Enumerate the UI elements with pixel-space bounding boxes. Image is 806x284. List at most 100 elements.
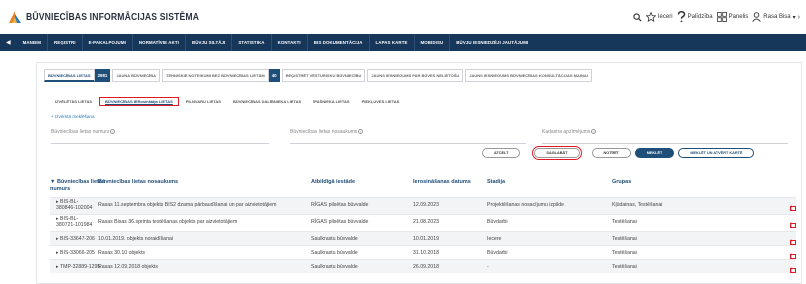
table-row[interactable]: ▸ TMP-32889-1295 Rasas 12.09.2018 objekt… bbox=[50, 259, 796, 274]
subtab-ipasnieka[interactable]: ĪPAŠNIEKA LIETAS bbox=[308, 98, 354, 105]
tab-buvniecibas-lietas[interactable]: BŪVNIECĪBAS LIETAS bbox=[44, 69, 95, 82]
col-name[interactable]: Būvniecības lietas nosaukums bbox=[98, 179, 178, 185]
clear-button[interactable]: NOTĪRĪT bbox=[591, 148, 631, 158]
case-date: 12.09.2023 bbox=[413, 202, 439, 208]
bis-logo-icon bbox=[9, 11, 21, 23]
case-number[interactable]: ▸ BIS-BL-380721-101984 bbox=[56, 216, 96, 228]
cadastral-input[interactable] bbox=[542, 143, 788, 144]
nav-item-e-pakalpojumi[interactable]: E-PAKALPOJUMI bbox=[83, 34, 133, 51]
user-name: Rasa Bisa bbox=[763, 14, 791, 20]
table-row[interactable]: ▸ BIS-33647-206 10.01.2019. objekts nora… bbox=[50, 231, 796, 246]
filter-buttons: ATCELT SAGLABĀT NOTĪRĪT MEKLĒT MEKLĒT UN… bbox=[482, 146, 755, 160]
case-number[interactable]: ▸ BIS-BL-380846-102004 bbox=[56, 199, 96, 211]
table-row[interactable]: ▸ BIS-BL-380721-101984 Rasas Bisas 36.sp… bbox=[50, 214, 796, 231]
mail-icon[interactable] bbox=[790, 254, 796, 259]
search-button[interactable]: MEKLĒT bbox=[634, 148, 675, 158]
info-icon: i bbox=[591, 129, 597, 135]
case-stage: Būvdarbi bbox=[487, 250, 508, 256]
case-group: Testēšanai bbox=[612, 250, 637, 256]
favorites-tool[interactable]: Ieceri bbox=[645, 12, 673, 22]
case-stage: Iecere bbox=[487, 236, 502, 242]
case-number-label: Būvniecības lietas numurs bbox=[51, 129, 110, 135]
table-row[interactable]: ▸ BIS-BL-380846-102004 Rasas 11.septembr… bbox=[50, 197, 796, 214]
app-title: BŪVNIECĪBAS INFORMĀCIJAS SISTĒMA bbox=[26, 11, 200, 23]
search-tool[interactable] bbox=[633, 12, 642, 22]
case-org: Saulkrastu būvvalde bbox=[311, 236, 358, 242]
nav-item-kontakti[interactable]: KONTAKTI bbox=[272, 34, 308, 51]
tab-iesniegums-konsultacijas[interactable]: JAUNS IESNIEGUMS BŪVNIECĪBAS KONSULTĀCIJ… bbox=[465, 69, 592, 82]
top-bar: BŪVNIECĪBAS INFORMĀCIJAS SISTĒMA Ieceri … bbox=[0, 0, 806, 34]
main-nav: ◀ MANIEM REĢISTRI E-PAKALPOJUMI NORMATĪV… bbox=[0, 34, 806, 51]
subtab-pilnvaru[interactable]: PILNVARU LIETAS bbox=[181, 98, 226, 105]
case-stage: Būvdarbi bbox=[487, 219, 508, 225]
case-date: 10.01.2019 bbox=[413, 236, 439, 242]
table-row[interactable]: ▸ BIS-33066-205 Rasas 30.10 objekts Saul… bbox=[50, 245, 796, 260]
case-name: Rasas 30.10 objekts bbox=[98, 250, 146, 256]
subtab-piekluves[interactable]: PIEKĻUVES LIETAS bbox=[357, 98, 405, 105]
tab-iesniegums-nelietosu[interactable]: JAUNS IESNIEGUMS PAR BŪVES NELIETOŠU bbox=[367, 69, 464, 82]
tab-registret-vesturisku[interactable]: REĢISTRĒT VĒSTURISKU BŪVNIECĪBU bbox=[281, 69, 366, 82]
col-group[interactable]: Grupas bbox=[612, 179, 631, 185]
panels-tool[interactable]: Panelis bbox=[716, 12, 749, 22]
save-button[interactable]: SAGLABĀT bbox=[532, 146, 582, 160]
search-map-button[interactable]: MEKLĒT UN ATVĒRT KARTĒ bbox=[678, 148, 755, 158]
case-name-input[interactable] bbox=[290, 143, 526, 144]
tab-jauna-buvnieciba[interactable]: JAUNA BŪVNIECĪBA bbox=[112, 69, 161, 82]
mail-icon[interactable] bbox=[790, 268, 796, 273]
star-icon bbox=[645, 12, 656, 22]
mail-icon[interactable] bbox=[790, 223, 796, 228]
subtab-ierosinataja[interactable]: BŪVNIECĪBAS IERosinātāja LIETAS bbox=[99, 97, 179, 106]
user-menu[interactable]: Rasa Bisa ▾ › bbox=[752, 12, 800, 22]
case-group: Testēšanai bbox=[612, 236, 637, 242]
table-header: ▼ Būvniecības lietas numurs Būvniecības … bbox=[50, 179, 796, 196]
mail-icon[interactable] bbox=[790, 206, 796, 211]
case-name: Rasas 11.septembra objekts BIS2 dzama pā… bbox=[98, 202, 277, 208]
search-icon bbox=[633, 12, 642, 22]
nav-item-bis-dokumentacija[interactable]: BIS DOKUMENTĀCIJA bbox=[308, 34, 370, 51]
cadastral-field[interactable]: Kadastra apzīmējums i bbox=[542, 129, 788, 144]
case-date: 26.09.2018 bbox=[413, 264, 439, 270]
case-group: Kļūdainas, Testēšanai bbox=[612, 202, 663, 208]
nav-item-buvju-siltaji[interactable]: BŪVJU SILTĀJI bbox=[186, 34, 233, 51]
app-logo[interactable]: BŪVNIECĪBAS INFORMĀCIJAS SISTĒMA bbox=[8, 10, 237, 24]
case-name-label: Būvniecības lietas nosaukums bbox=[290, 129, 358, 135]
user-icon bbox=[752, 12, 762, 22]
nav-item-normativie-akti[interactable]: NORMATĪVIE AKTI bbox=[133, 34, 186, 51]
subtab-izveletas[interactable]: IZVĒLĒTĀS LIETAS bbox=[50, 98, 97, 105]
col-date[interactable]: Ierosināšanas datums bbox=[413, 179, 471, 185]
grid-icon bbox=[716, 12, 727, 22]
nav-item-statistika[interactable]: STATISTIKA bbox=[232, 34, 272, 51]
subtab-dalibnieka[interactable]: BŪVNIECĪBAS DALĪBNIEKA LIETAS bbox=[228, 98, 306, 105]
case-org: RĪGAS pilsētas būvvalde bbox=[311, 202, 369, 208]
caret-down-icon: ▾ bbox=[792, 14, 796, 21]
case-number[interactable]: ▸ TMP-32889-1295 bbox=[56, 264, 100, 270]
case-stage: Projektēšanas nosacījumu izpilde bbox=[487, 202, 564, 208]
col-org[interactable]: Atbildīgā iestāde bbox=[311, 179, 355, 185]
nav-back-icon[interactable]: ◀ bbox=[4, 39, 17, 46]
case-name: Rasas 12.09.2018 objekts bbox=[98, 264, 158, 270]
help-label: Palīdzība bbox=[687, 14, 713, 20]
mail-icon[interactable] bbox=[790, 240, 796, 245]
expand-search-link[interactable]: + Izvērstā meklēšana bbox=[51, 114, 95, 119]
cancel-button[interactable]: ATCELT bbox=[482, 148, 521, 158]
panels-label: Panelis bbox=[728, 14, 749, 20]
col-stage[interactable]: Stadija bbox=[487, 179, 505, 185]
case-number[interactable]: ▸ BIS-33066-205 bbox=[56, 250, 95, 256]
tab-count-badge-tn: 40 bbox=[268, 69, 280, 82]
tab-tehniskie-noteikumi[interactable]: TEHNISKIE NOTEIKUMI BEZ BŪVNIECĪBAS LIET… bbox=[162, 69, 269, 82]
case-group: Testēšanai bbox=[612, 219, 637, 225]
info-icon: i bbox=[358, 129, 364, 135]
case-number-field[interactable]: Būvniecības lietas numurs i bbox=[51, 129, 269, 144]
nav-item-maniem[interactable]: MANIEM bbox=[17, 34, 49, 51]
tab-count-badge: 2981 bbox=[94, 69, 111, 82]
favorites-label: Ieceri bbox=[657, 14, 673, 20]
case-group: Testēšanai bbox=[612, 264, 637, 270]
nav-item-lapas-karte[interactable]: LAPAS KARTE bbox=[370, 34, 415, 51]
case-number-input[interactable] bbox=[51, 143, 269, 144]
nav-item-buvju-iesniedzeji[interactable]: BŪVJU IESNIEDZĒJI JAUTĀJUMI bbox=[450, 34, 534, 51]
help-tool[interactable]: Palīdzība bbox=[677, 11, 713, 23]
case-name-field[interactable]: Būvniecības lietas nosaukums i bbox=[290, 129, 526, 144]
case-number[interactable]: ▸ BIS-33647-206 bbox=[56, 236, 95, 242]
nav-item-registri[interactable]: REĢISTRI bbox=[48, 34, 83, 51]
nav-item-mobidisu[interactable]: MOBIDISU bbox=[415, 34, 451, 51]
